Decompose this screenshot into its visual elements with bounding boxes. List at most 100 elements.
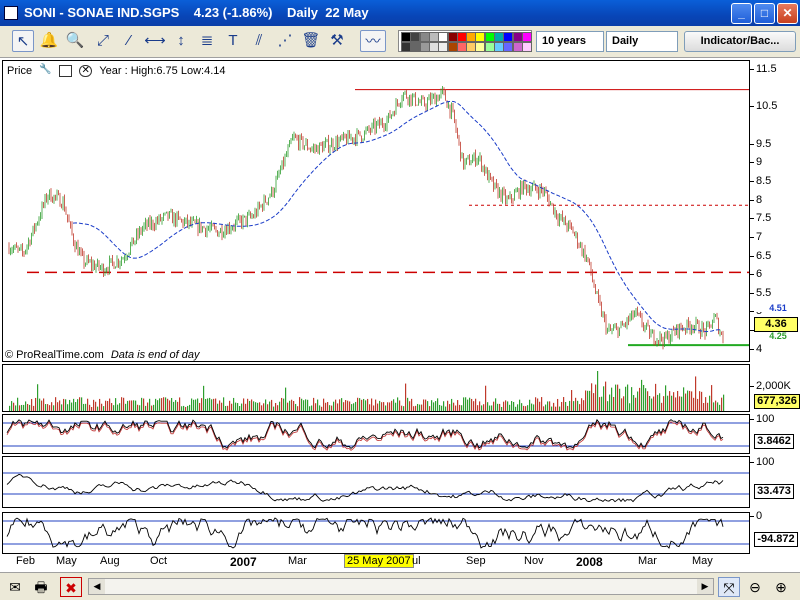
volume-bar: [289, 400, 291, 411]
oscillator-2-panel[interactable]: [2, 456, 750, 508]
close-panel-icon[interactable]: ✕: [79, 65, 93, 78]
price-tick: 5.5: [749, 286, 772, 299]
volume-bar: [687, 390, 689, 411]
volume-bar: [329, 405, 331, 411]
volume-bar: [41, 400, 43, 411]
horizontal-line-icon[interactable]: ⟷: [144, 30, 166, 52]
oscillator-1-panel[interactable]: [2, 414, 750, 454]
volume-bar: [443, 401, 445, 411]
volume-bar: [49, 405, 51, 411]
volume-bar: [129, 400, 131, 411]
color-swatch[interactable]: [521, 32, 532, 42]
volume-bar: [171, 397, 173, 411]
minimize-button[interactable]: _: [731, 3, 752, 24]
volume-bar: [675, 397, 677, 411]
volume-bar: [583, 400, 585, 411]
volume-bar: [163, 397, 165, 411]
wrench-icon[interactable]: 🔧: [39, 65, 52, 77]
volume-bar: [373, 405, 375, 411]
points-icon[interactable]: ⋰: [274, 30, 296, 52]
mail-icon[interactable]: ✉: [4, 577, 26, 597]
zoom-fit-icon[interactable]: ⤧: [718, 577, 740, 597]
volume-bar: [669, 391, 671, 411]
x-label: ul: [412, 555, 421, 567]
volume-bar: [195, 399, 197, 411]
volume-panel[interactable]: [2, 364, 750, 412]
volume-bar: [627, 384, 629, 411]
price-tick: 8.5: [749, 174, 772, 187]
maximize-button[interactable]: □: [754, 3, 775, 24]
volume-bar: [723, 394, 725, 411]
volume-bar: [245, 403, 247, 411]
period-select[interactable]: 10 years: [536, 31, 604, 52]
toolbar: ↖ 🔔 🔍 ⤢ ⁄ ⟷ ↕ ≣ T ⫽ ⋰ 🗑 ⚒ 〰 10 years Dai…: [0, 26, 800, 58]
fibonacci-icon[interactable]: ≣: [196, 30, 218, 52]
volume-bar: [341, 398, 343, 411]
oscillator-3-panel[interactable]: [2, 512, 750, 554]
volume-bar: [209, 397, 211, 411]
tools-icon[interactable]: ⚒: [326, 30, 348, 52]
oscillator-3-chart: [3, 517, 749, 549]
volume-bar: [479, 401, 481, 411]
volume-bar: [683, 387, 685, 411]
volume-bar: [691, 391, 693, 411]
volume-bar: [601, 396, 603, 411]
volume-bar: [455, 405, 457, 411]
volume-bar: [685, 393, 687, 411]
color-swatch[interactable]: [521, 42, 532, 52]
volume-bar: [231, 403, 233, 411]
volume-bar: [95, 401, 97, 411]
chart-type-icon[interactable]: 〰: [360, 30, 386, 52]
volume-bar: [457, 400, 459, 411]
scroll-right-icon[interactable]: ▶: [697, 579, 713, 594]
close-button[interactable]: ✕: [777, 3, 798, 24]
zoom-icon[interactable]: 🔍: [64, 30, 86, 52]
volume-bar: [695, 376, 697, 411]
credit: © ProRealTime.com: [5, 349, 104, 361]
volume-bar: [331, 405, 333, 411]
volume-bar: [155, 398, 157, 411]
volume-bar: [183, 405, 185, 411]
volume-bar: [97, 406, 99, 411]
volume-bar: [571, 390, 573, 411]
volume-bar: [611, 387, 613, 411]
volume-bar: [109, 398, 111, 411]
volume-bar: [65, 399, 67, 411]
volume-bar: [381, 402, 383, 411]
volume-bar: [711, 385, 713, 411]
scroll-left-icon[interactable]: ◀: [89, 579, 105, 594]
text-icon[interactable]: T: [222, 30, 244, 52]
time-scrollbar[interactable]: ◀ ▶: [88, 578, 714, 595]
price-tick: 7: [749, 230, 763, 243]
volume-bar: [45, 404, 47, 411]
volume-bar: [139, 405, 141, 411]
trendline-icon[interactable]: ⤢: [92, 30, 114, 52]
pointer-icon[interactable]: ↖: [12, 30, 34, 52]
volume-bar: [221, 402, 223, 411]
color-palette[interactable]: [398, 30, 532, 52]
volume-bar: [119, 403, 121, 411]
alarm-icon[interactable]: 🔔: [38, 30, 60, 52]
volume-bar: [179, 397, 181, 411]
vertical-line-icon[interactable]: ↕: [170, 30, 192, 52]
close-chart-icon[interactable]: ✖: [60, 577, 82, 597]
indicator-button[interactable]: Indicator/Bac...: [684, 31, 796, 52]
zoom-in-icon[interactable]: ⊕: [770, 577, 792, 597]
print-icon[interactable]: 🖶: [30, 577, 52, 597]
volume-bar: [449, 404, 451, 411]
volume-bar: [467, 399, 469, 411]
interval-select[interactable]: Daily: [606, 31, 678, 52]
volume-bar: [243, 398, 245, 411]
price-panel[interactable]: Price 🔧 ✕ Year : High:6.75 Low:4.14 © Pr…: [2, 60, 750, 362]
trash-icon[interactable]: 🗑: [300, 30, 322, 52]
zoom-out-icon[interactable]: ⊖: [744, 577, 766, 597]
volume-bar: [201, 398, 203, 411]
ray-icon[interactable]: ⁄: [118, 30, 140, 52]
window-icon[interactable]: [59, 65, 73, 78]
volume-bar: [709, 395, 711, 411]
parallel-lines-icon[interactable]: ⫽: [248, 30, 270, 52]
volume-bar: [303, 400, 305, 411]
volume-bar: [325, 402, 327, 411]
x-label: Mar: [638, 555, 657, 567]
volume-bar: [705, 397, 707, 411]
